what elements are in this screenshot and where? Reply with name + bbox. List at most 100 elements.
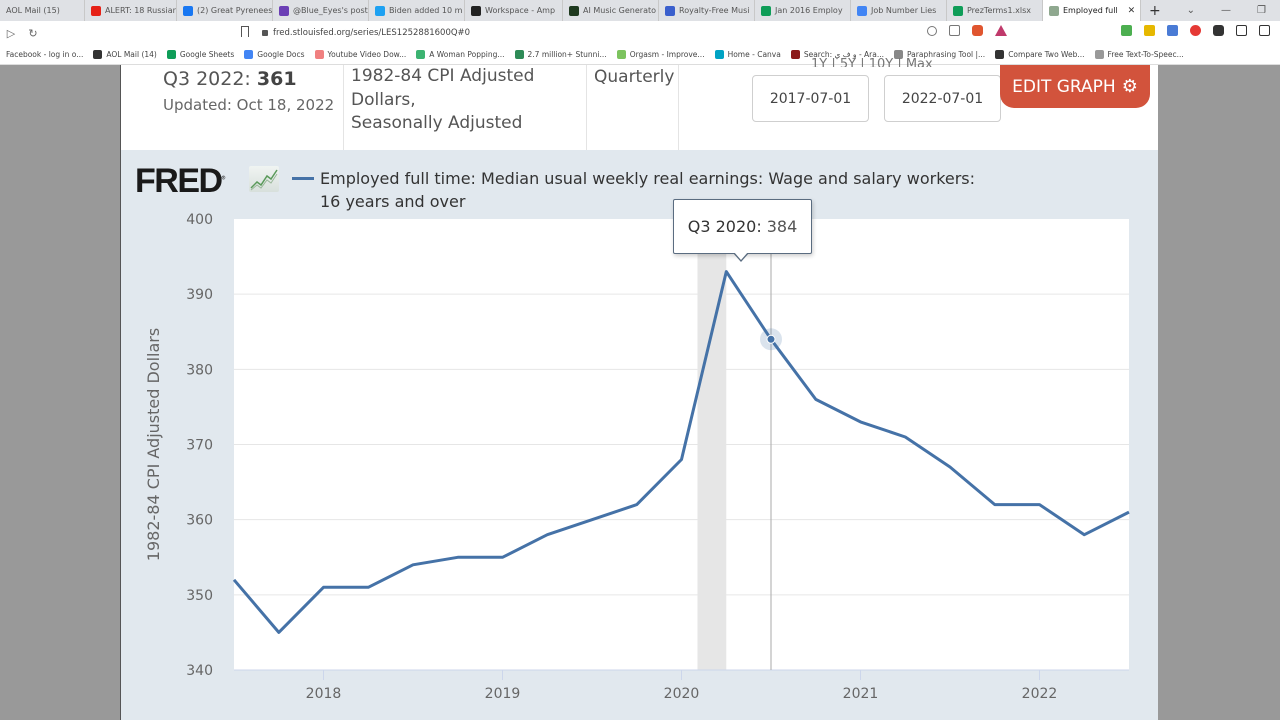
bookmark-label: Facebook - log in o... (6, 50, 84, 59)
bookmark-favicon-icon (790, 50, 800, 59)
y-tick-label: 360 (186, 513, 213, 529)
browser-tab[interactable]: Biden added 10 m (369, 0, 465, 21)
bookmark-item[interactable]: Home - Canva (714, 50, 781, 59)
share-icon[interactable] (949, 25, 960, 36)
tab-favicon-icon (665, 5, 675, 16)
browser-tab[interactable]: @Blue_Eyes's post (273, 0, 369, 21)
tooltip-arrow-inner (734, 252, 748, 260)
tab-favicon-icon (953, 5, 963, 16)
bookmark-item[interactable]: Facebook - log in o... (6, 50, 83, 59)
browser-tab[interactable]: Employed full ✕ (1043, 0, 1141, 21)
tab-label: Royalty-Free Musi (679, 6, 750, 15)
tab-favicon-icon (471, 5, 481, 16)
line-chart: 340 350 360 370 380 390 400 2018 2019 2020 2021 202… (144, 212, 1130, 702)
browser-tab[interactable]: Workspace - Amp (465, 0, 563, 21)
bookmark-icon[interactable] (241, 26, 249, 37)
bookmark-item[interactable]: Google Sheets (166, 50, 235, 59)
x-tick-label: 2021 (843, 686, 879, 702)
browser-tab[interactable]: AOL Mail (15) (0, 0, 85, 21)
bookmarks-bar: Facebook - log in o... AOL Mail (14) Googl… (0, 45, 1280, 65)
tab-favicon-icon (91, 5, 101, 16)
chart-tooltip: Q3 2020: 384 (673, 199, 812, 254)
y-tick-label: 400 (186, 212, 213, 228)
sidebar-icon[interactable] (1236, 25, 1247, 36)
browser-tab[interactable]: ALERT: 18 Russian (85, 0, 177, 21)
bookmark-item[interactable]: Orgasm - Improve... (616, 50, 705, 59)
y-axis-title: 1982-84 CPI Adjusted Dollars (144, 328, 163, 561)
bookmark-favicon-icon (1094, 50, 1104, 59)
close-tab-icon[interactable]: ✕ (1128, 6, 1136, 16)
tab-favicon-icon (1049, 5, 1059, 16)
zoom-icon[interactable] (927, 25, 937, 36)
tab-label: ALERT: 18 Russian (105, 6, 177, 15)
minimize-icon[interactable]: — (1221, 5, 1231, 16)
bookmark-label: Google Docs (257, 50, 305, 59)
address-bar: ▷ ↻ fred.stlouisfed.org/series/LES125288… (0, 21, 1280, 45)
bookmark-label: AOL Mail (14) (106, 50, 157, 59)
bookmark-favicon-icon (995, 50, 1005, 59)
bookmark-item[interactable]: Free Text-To-Speec... (1094, 50, 1184, 59)
y-tick-label: 340 (186, 663, 213, 679)
window-controls: ⌄ — ❐ (1187, 5, 1280, 16)
browser-tab[interactable]: PrezTerms1.xlsx (947, 0, 1043, 21)
forward-icon[interactable]: ▷ (0, 27, 22, 40)
tab-label: AI Music Generato (583, 6, 657, 15)
browser-tab[interactable]: Job Number Lies (851, 0, 947, 21)
reload-icon[interactable]: ↻ (22, 27, 44, 40)
browser-tab[interactable]: Jan 2016 Employ (755, 0, 851, 21)
tab-favicon-icon (761, 5, 771, 16)
bookmark-label: A Woman Popping... (429, 50, 505, 59)
bookmark-item[interactable]: Compare Two Web... (995, 50, 1085, 59)
bookmark-favicon-icon (514, 50, 524, 59)
url-text[interactable]: fred.stlouisfed.org/series/LES1252881600… (273, 28, 470, 38)
bookmark-favicon-icon (616, 50, 626, 59)
browser-tab[interactable]: Royalty-Free Musi (659, 0, 755, 21)
record-icon[interactable] (1190, 25, 1201, 36)
browser-tab[interactable]: (2) Great Pyrenees (177, 0, 273, 21)
browser-tab-bar: AOL Mail (15) ALERT: 18 Russian (2) Great … (0, 0, 1280, 21)
extensions-puzzle-icon[interactable] (1213, 25, 1224, 36)
y-tick-label: 380 (186, 362, 213, 378)
brave-shield-icon[interactable] (972, 25, 983, 36)
bookmark-item[interactable]: AOL Mail (14) (93, 50, 157, 59)
bookmark-favicon-icon (314, 50, 324, 59)
bookmark-label: 2.7 million+ Stunni... (527, 50, 607, 59)
y-tick-label: 390 (186, 287, 213, 303)
url-field[interactable]: fred.stlouisfed.org/series/LES1252881600… (262, 24, 902, 42)
x-tick-label: 2022 (1022, 686, 1058, 702)
fred-page: 1Y | 5Y | 10Y | Max Q3 2022: 361 Updated… (120, 57, 1158, 720)
tooltip-value: 384 (766, 217, 798, 236)
x-tick-label: 2018 (306, 686, 342, 702)
x-tick-label: 2019 (485, 686, 521, 702)
bookmark-favicon-icon (416, 50, 426, 59)
bookmark-item[interactable]: Google Docs (244, 50, 305, 59)
bookmark-item[interactable]: 2.7 million+ Stunni... (514, 50, 607, 59)
tab-label: Workspace - Amp (485, 6, 556, 15)
restore-icon[interactable]: ❐ (1257, 5, 1266, 16)
tab-favicon-icon (183, 5, 193, 16)
extension-green-icon[interactable] (1121, 25, 1132, 36)
tab-label: @Blue_Eyes's post (293, 6, 368, 15)
bookmark-item[interactable]: Youtube Video Dow... (314, 50, 406, 59)
tab-label: PrezTerms1.xlsx (967, 6, 1031, 15)
tab-favicon-icon (569, 5, 579, 16)
bookmark-favicon-icon (714, 50, 724, 59)
tab-favicon-icon (857, 5, 867, 16)
tab-label: Employed full (1063, 6, 1118, 15)
x-tick-label: 2020 (664, 686, 700, 702)
extension-yellow-icon[interactable] (1144, 25, 1155, 36)
brave-rewards-icon[interactable] (995, 25, 1007, 36)
bookmark-label: Orgasm - Improve... (629, 50, 705, 59)
tab-label: AOL Mail (15) (6, 6, 60, 15)
wallet-icon[interactable] (1259, 25, 1270, 36)
bookmark-favicon-icon (93, 50, 103, 59)
extension-translate-icon[interactable] (1167, 25, 1178, 36)
new-tab-button[interactable]: + (1141, 3, 1169, 19)
tab-favicon-icon (375, 5, 385, 16)
bookmark-label: Google Sheets (179, 50, 235, 59)
browser-tab[interactable]: AI Music Generato (563, 0, 659, 21)
tab-search-icon[interactable]: ⌄ (1187, 5, 1195, 16)
bookmark-item[interactable]: A Woman Popping... (416, 50, 505, 59)
tab-favicon-icon (279, 5, 289, 16)
lock-icon (262, 30, 268, 36)
